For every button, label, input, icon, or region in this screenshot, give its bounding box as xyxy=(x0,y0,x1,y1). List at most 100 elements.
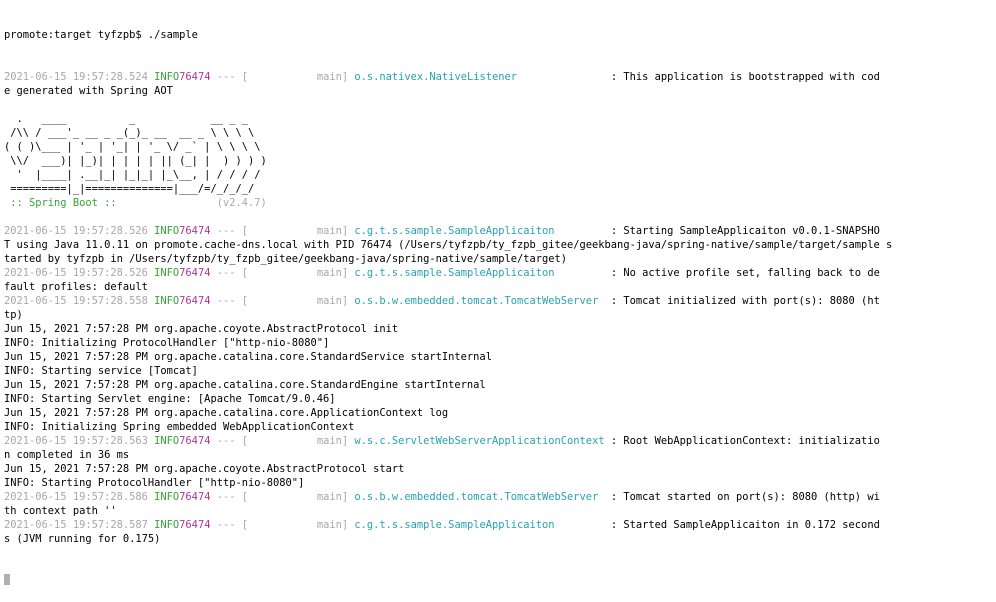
log-separator: --- [ xyxy=(210,519,248,531)
output-text: INFO: Starting service [Tomcat] xyxy=(4,365,198,377)
output-line: e generated with Spring AOT xyxy=(4,84,996,98)
output-text: fault profiles: default xyxy=(4,281,148,293)
output-line: ( ( )\___ | '_ | '_| | '_ \/ _` | \ \ \ … xyxy=(4,140,996,154)
output-text: tp) xyxy=(4,309,23,321)
output-text: ' |____| .__|_| |_|_| |_\__, | / / / / xyxy=(4,169,261,181)
output-line: Jun 15, 2021 7:57:28 PM org.apache.coyot… xyxy=(4,462,996,476)
output-line: INFO: Starting ProtocolHandler ["http-ni… xyxy=(4,476,996,490)
log-pid: 76474 xyxy=(179,435,211,447)
log-level: INFO xyxy=(147,519,180,531)
output-line: Jun 15, 2021 7:57:28 PM org.apache.catal… xyxy=(4,378,996,392)
output-line: tarted by tyfzpb in /Users/tyfzpb/ty_fzp… xyxy=(4,252,996,266)
output-line: Jun 15, 2021 7:57:28 PM org.apache.coyot… xyxy=(4,322,996,336)
output-text: tarted by tyfzpb in /Users/tyfzpb/ty_fzp… xyxy=(4,253,568,265)
log-separator: --- [ xyxy=(210,71,248,83)
output-line: n completed in 36 ms xyxy=(4,448,996,462)
log-message: : Tomcat started on port(s): 8080 (http)… xyxy=(604,491,880,503)
spring-boot-label: :: Spring Boot :: xyxy=(4,197,117,209)
output-text: Jun 15, 2021 7:57:28 PM org.apache.catal… xyxy=(4,351,492,363)
log-line: 2021-06-15 19:57:28.586 INFO76474 --- [ … xyxy=(4,490,996,504)
log-line: 2021-06-15 19:57:28.563 INFO76474 --- [ … xyxy=(4,434,996,448)
log-timestamp: 2021-06-15 19:57:28.587 xyxy=(4,519,148,531)
log-thread: main] xyxy=(248,71,349,83)
output-text: INFO: Initializing ProtocolHandler ["htt… xyxy=(4,337,330,349)
output-text: \\/ ___)| |_)| | | | | || (_| | ) ) ) ) xyxy=(4,155,267,167)
text-cursor xyxy=(4,574,10,585)
log-timestamp: 2021-06-15 19:57:28.526 xyxy=(4,267,148,279)
log-thread: main] xyxy=(248,491,349,503)
output-line: \\/ ___)| |_)| | | | | || (_| | ) ) ) ) xyxy=(4,154,996,168)
log-level: INFO xyxy=(147,267,180,279)
log-message: : Root WebApplicationContext: initializa… xyxy=(604,435,880,447)
output-text: T using Java 11.0.11 on promote.cache-dn… xyxy=(4,239,893,251)
command-prompt: promote:target tyfzpb$ ./sample xyxy=(4,28,996,42)
spring-boot-version-line: :: Spring Boot :: (v2.4.7) xyxy=(4,196,996,210)
output-text: Jun 15, 2021 7:57:28 PM org.apache.coyot… xyxy=(4,463,405,475)
log-separator: --- [ xyxy=(210,267,248,279)
log-thread: main] xyxy=(248,225,349,237)
output-text: /\\ / ___'_ __ _ _(_)_ __ __ _ \ \ \ \ xyxy=(4,127,255,139)
spring-boot-version: (v2.4.7) xyxy=(116,197,267,209)
log-message: : No active profile set, falling back to… xyxy=(604,267,880,279)
log-level: INFO xyxy=(147,295,180,307)
log-thread: main] xyxy=(248,267,349,279)
output-text: . ____ _ __ _ _ xyxy=(4,113,248,125)
log-timestamp: 2021-06-15 19:57:28.524 xyxy=(4,71,148,83)
output-line: INFO: Initializing Spring embedded WebAp… xyxy=(4,420,996,434)
output-text: =========|_|==============|___/=/_/_/_/ xyxy=(4,183,255,195)
log-logger: c.g.t.s.sample.SampleApplicaiton xyxy=(348,267,605,279)
log-pid: 76474 xyxy=(179,71,211,83)
terminal-window[interactable]: promote:target tyfzpb$ ./sample 2021-06-… xyxy=(0,0,996,602)
log-logger: o.s.nativex.NativeListener xyxy=(348,71,605,83)
output-text: s (JVM running for 0.175) xyxy=(4,533,161,545)
log-logger: c.g.t.s.sample.SampleApplicaiton xyxy=(348,519,605,531)
log-thread: main] xyxy=(248,519,349,531)
log-message: : Starting SampleApplicaiton v0.0.1-SNAP… xyxy=(604,225,880,237)
output-line: . ____ _ __ _ _ xyxy=(4,112,996,126)
log-logger: w.s.c.ServletWebServerApplicationContext xyxy=(348,435,605,447)
output-line: s (JVM running for 0.175) xyxy=(4,532,996,546)
cursor-line xyxy=(4,574,996,588)
output-text: INFO: Initializing Spring embedded WebAp… xyxy=(4,421,355,433)
output-text: Jun 15, 2021 7:57:28 PM org.apache.catal… xyxy=(4,407,449,419)
log-pid: 76474 xyxy=(179,295,211,307)
log-line: 2021-06-15 19:57:28.526 INFO76474 --- [ … xyxy=(4,266,996,280)
log-logger: c.g.t.s.sample.SampleApplicaiton xyxy=(348,225,605,237)
log-pid: 76474 xyxy=(179,267,211,279)
log-separator: --- [ xyxy=(210,435,248,447)
log-pid: 76474 xyxy=(179,225,211,237)
output-line: /\\ / ___'_ __ _ _(_)_ __ __ _ \ \ \ \ xyxy=(4,126,996,140)
output-line: INFO: Initializing ProtocolHandler ["htt… xyxy=(4,336,996,350)
output-line: Jun 15, 2021 7:57:28 PM org.apache.catal… xyxy=(4,350,996,364)
log-logger: o.s.b.w.embedded.tomcat.TomcatWebServer xyxy=(348,491,605,503)
output-text: Jun 15, 2021 7:57:28 PM org.apache.catal… xyxy=(4,379,486,391)
log-line: 2021-06-15 19:57:28.526 INFO76474 --- [ … xyxy=(4,224,996,238)
log-level: INFO xyxy=(147,71,180,83)
log-message: : This application is bootstrapped with … xyxy=(604,71,880,83)
log-message: : Started SampleApplicaiton in 0.172 sec… xyxy=(604,519,880,531)
output-text: Jun 15, 2021 7:57:28 PM org.apache.coyot… xyxy=(4,323,399,335)
output-text: INFO: Starting Servlet engine: [Apache T… xyxy=(4,393,336,405)
log-thread: main] xyxy=(248,435,349,447)
log-timestamp: 2021-06-15 19:57:28.586 xyxy=(4,491,148,503)
log-pid: 76474 xyxy=(179,491,211,503)
output-line: INFO: Starting service [Tomcat] xyxy=(4,364,996,378)
output-text: ( ( )\___ | '_ | '_| | '_ \/ _` | \ \ \ … xyxy=(4,141,261,153)
output-line: T using Java 11.0.11 on promote.cache-dn… xyxy=(4,238,996,252)
log-message: : Tomcat initialized with port(s): 8080 … xyxy=(604,295,880,307)
log-timestamp: 2021-06-15 19:57:28.558 xyxy=(4,295,148,307)
output-line: ' |____| .__|_| |_|_| |_\__, | / / / / xyxy=(4,168,996,182)
log-level: INFO xyxy=(147,491,180,503)
prompt-text: promote:target tyfzpb$ ./sample xyxy=(4,29,198,41)
log-line: 2021-06-15 19:57:28.558 INFO76474 --- [ … xyxy=(4,294,996,308)
terminal-output: 2021-06-15 19:57:28.524 INFO76474 --- [ … xyxy=(4,70,996,546)
output-line: Jun 15, 2021 7:57:28 PM org.apache.catal… xyxy=(4,406,996,420)
log-thread: main] xyxy=(248,295,349,307)
log-level: INFO xyxy=(147,435,180,447)
output-line: =========|_|==============|___/=/_/_/_/ xyxy=(4,182,996,196)
log-separator: --- [ xyxy=(210,491,248,503)
log-logger: o.s.b.w.embedded.tomcat.TomcatWebServer xyxy=(348,295,605,307)
log-level: INFO xyxy=(147,225,180,237)
